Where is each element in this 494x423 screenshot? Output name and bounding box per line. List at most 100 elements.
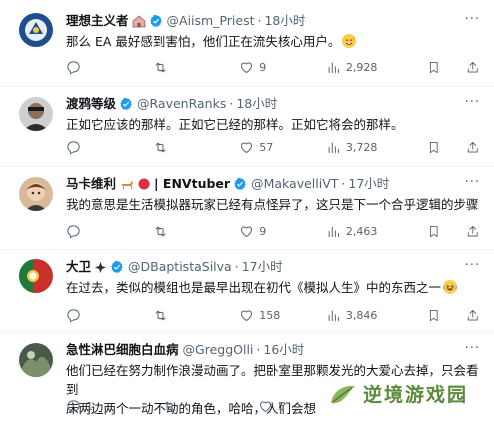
avatar[interactable] [19, 343, 53, 377]
verified-badge-icon [111, 260, 123, 274]
avatar[interactable] [19, 13, 53, 47]
author-name[interactable]: 马卡维利 [66, 176, 116, 192]
cross-symbol-icon [94, 261, 107, 274]
separator-dot: · [229, 96, 234, 111]
retweet-button[interactable] [162, 399, 258, 414]
retweet-icon [155, 226, 165, 237]
more-options-icon[interactable]: ··· [465, 12, 480, 27]
reply-button[interactable] [66, 60, 153, 75]
more-options-icon[interactable]: ··· [465, 341, 480, 356]
goat-emoji-icon [119, 178, 135, 190]
separator-dot: · [256, 342, 261, 357]
like-count: 9 [259, 61, 267, 74]
separator-dot: · [234, 259, 239, 274]
share-icon[interactable] [466, 60, 480, 75]
retweet-button[interactable] [153, 140, 240, 155]
laughing-emoji-icon [443, 280, 458, 294]
watermark-text: 逆境游戏园 [362, 384, 468, 406]
verified-badge-icon [149, 14, 162, 28]
views-button[interactable]: 3,728 [326, 140, 427, 155]
tweet-actions: 158 3,846 [66, 308, 480, 323]
author-handle[interactable]: @GreggOlli [183, 342, 254, 358]
tweet[interactable]: 马卡维利 | ENVtuber @MakavelliVT · 17小时 ··· … [0, 167, 494, 250]
views-button[interactable]: 3,846 [326, 308, 427, 323]
avatar[interactable] [19, 177, 53, 211]
retweet-button[interactable] [153, 60, 240, 75]
like-button[interactable]: 57 [239, 140, 326, 155]
like-count: 5 [278, 400, 285, 413]
timestamp[interactable]: 18小时 [264, 13, 305, 29]
analytics-icon [328, 310, 339, 321]
tweet[interactable]: 大卫 @DBaptistaSilva · 17小时 ··· 在过去，类似的模组也… [0, 250, 494, 332]
like-button[interactable]: 9 [239, 224, 326, 239]
share-icon[interactable] [466, 224, 480, 239]
bookmark-icon[interactable] [427, 308, 441, 323]
share-icon[interactable] [466, 140, 480, 155]
watermark: 逆境游戏园 [322, 378, 474, 409]
timestamp[interactable]: 17小时 [242, 259, 283, 275]
views-button[interactable]: 2,928 [326, 60, 427, 75]
tweet-text-content: 那么 EA 最好感到害怕，他们正在流失核心用户。 [66, 34, 341, 49]
tweet[interactable]: 理想主义者 @Aiism_Priest · 18小时 ··· 那么 EA 最好感… [0, 0, 494, 87]
sweat-smile-emoji-icon [342, 34, 357, 48]
red-circle-icon [138, 178, 150, 190]
timestamp[interactable]: 17小时 [348, 176, 389, 192]
more-options-icon[interactable]: ··· [465, 95, 480, 110]
reply-button[interactable]: 1 [66, 399, 162, 414]
view-count: 2,463 [345, 225, 378, 238]
more-options-icon[interactable]: ··· [465, 258, 480, 273]
analytics-icon [328, 62, 339, 73]
timestamp[interactable]: 18小时 [236, 96, 277, 112]
author-handle[interactable]: @DBaptistaSilva [128, 259, 232, 275]
like-button[interactable]: 158 [239, 308, 326, 323]
bookmark-icon[interactable] [427, 224, 441, 239]
tweet-text: 我的意思是生活模拟器玩家已经有点怪异了，这只是下一个合乎逻辑的步骤 [66, 197, 479, 212]
author-handle[interactable]: @RavenRanks [137, 96, 226, 112]
heart-icon [241, 226, 253, 237]
views-button[interactable]: 2,463 [326, 224, 427, 239]
author-name[interactable]: 大卫 [66, 259, 91, 275]
heart-icon [241, 142, 253, 153]
retweet-button[interactable] [153, 308, 240, 323]
like-count: 9 [259, 225, 267, 238]
separator-dot: · [257, 13, 262, 28]
author-name[interactable]: 理想主义者 [66, 13, 129, 29]
analytics-icon [328, 142, 339, 153]
bookmark-icon[interactable] [427, 60, 441, 75]
like-count: 158 [259, 309, 281, 322]
author-handle[interactable]: @MakavelliVT [251, 176, 338, 192]
author-name[interactable]: 急性淋巴细胞白血病 [66, 342, 179, 358]
analytics-icon [328, 226, 339, 237]
separator-dot: · [341, 176, 346, 191]
heart-icon [260, 401, 271, 412]
verified-badge-icon [234, 177, 246, 191]
tweet-actions: 57 3,728 [66, 140, 480, 155]
reply-icon [67, 141, 80, 155]
avatar[interactable] [19, 259, 53, 293]
heart-icon [241, 62, 253, 73]
author-name-suffix[interactable]: | ENVtuber [154, 176, 230, 192]
tweet[interactable]: 渡鸦等级 @RavenRanks · 18小时 ··· 正如它应该的那样。正如它… [0, 87, 494, 167]
tweet-text-content: 在过去，类似的模组也是最早出现在初代《模拟人生》中的东西之一 [66, 280, 442, 295]
reply-icon [67, 61, 80, 75]
retweet-icon [164, 401, 175, 412]
reply-button[interactable] [66, 224, 153, 239]
like-count: 57 [259, 141, 274, 154]
heart-icon [241, 310, 253, 321]
reply-icon [67, 225, 80, 239]
avatar[interactable] [19, 97, 53, 131]
view-count: 3,846 [345, 309, 378, 322]
bookmark-icon[interactable] [427, 140, 441, 155]
more-options-icon[interactable]: ··· [465, 175, 480, 190]
reply-count: 1 [86, 400, 93, 413]
like-button[interactable]: 9 [239, 60, 326, 75]
share-icon[interactable] [466, 308, 480, 323]
author-handle[interactable]: @Aiism_Priest [167, 13, 255, 29]
author-name[interactable]: 渡鸦等级 [66, 96, 116, 112]
reply-button[interactable] [66, 308, 153, 323]
retweet-icon [155, 62, 165, 73]
tweet-text: 正如它应该的那样。正如它已经的那样。正如它将会的那样。 [66, 117, 404, 132]
reply-button[interactable] [66, 140, 153, 155]
timestamp[interactable]: 16小时 [263, 342, 304, 358]
retweet-button[interactable] [153, 224, 240, 239]
